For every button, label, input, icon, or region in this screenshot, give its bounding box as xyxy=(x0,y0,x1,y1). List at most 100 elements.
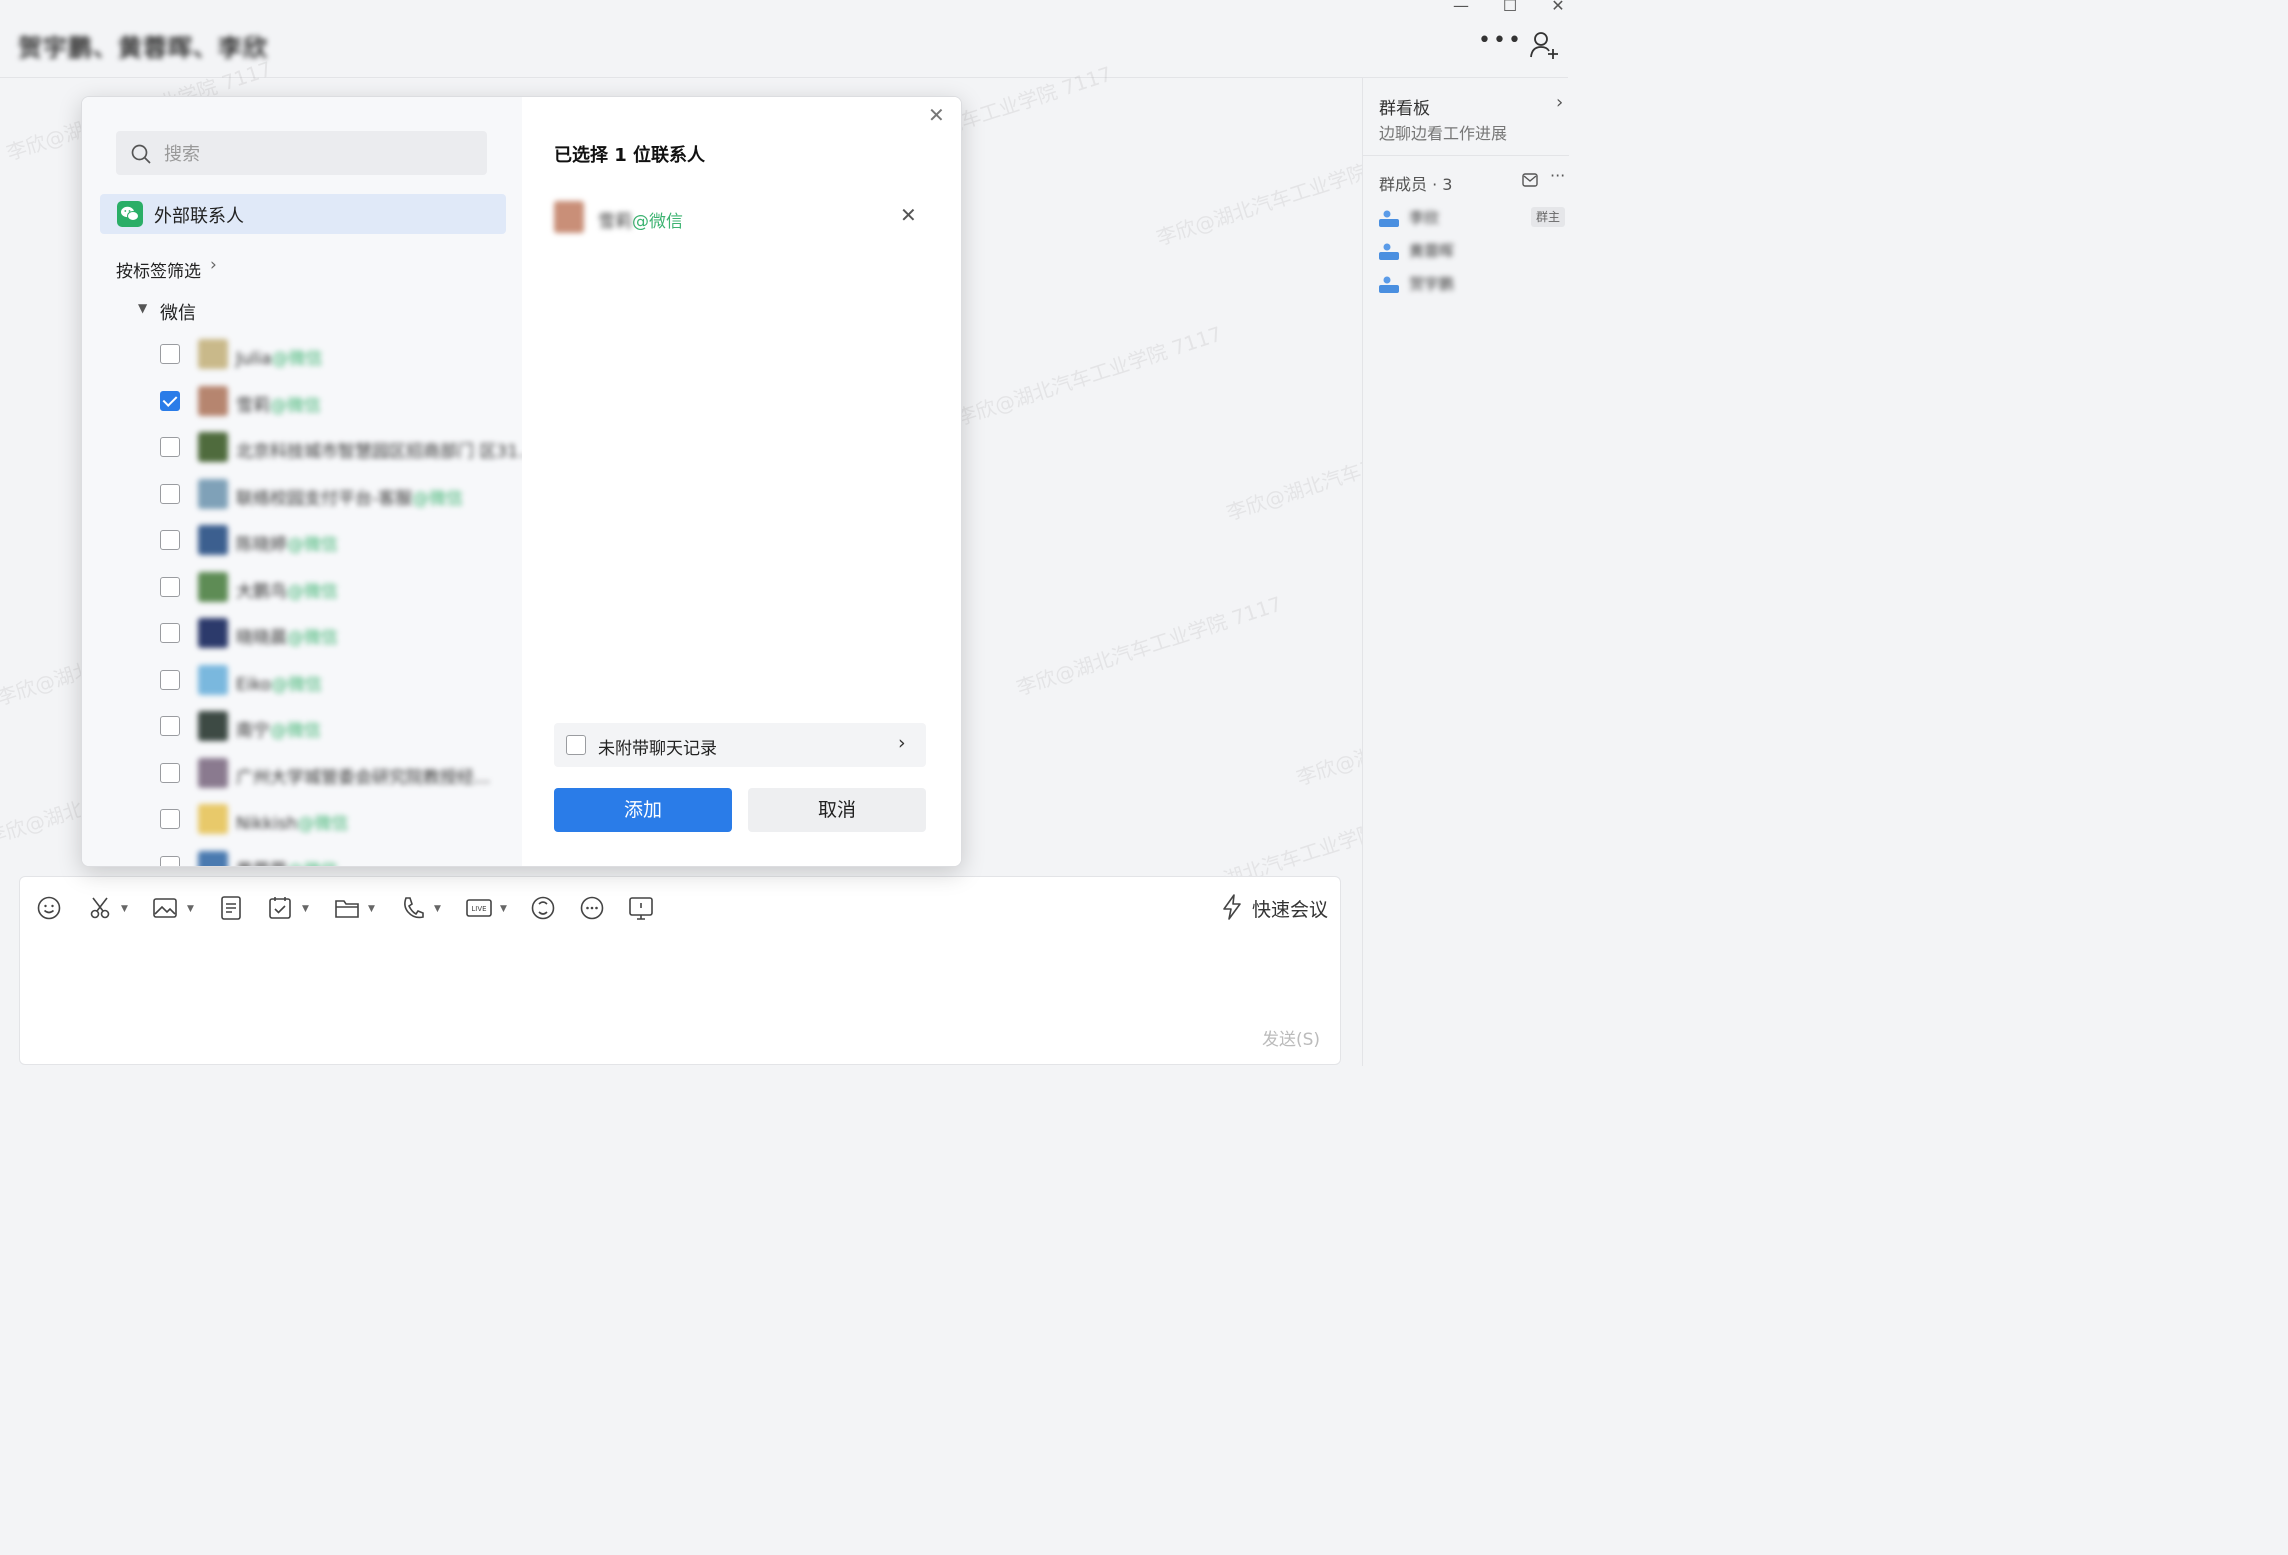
contact-checkbox[interactable] xyxy=(160,809,180,829)
tag-filter-link[interactable]: 按标签筛选 xyxy=(116,257,201,282)
avatar xyxy=(198,850,228,866)
member-name: 贺宇鹏 xyxy=(1409,275,1455,293)
contact-row[interactable]: 南宁@微信 xyxy=(160,707,500,747)
wechat-group-label: 微信 xyxy=(160,303,196,324)
contact-row[interactable]: 陈晓婷@微信 xyxy=(160,521,500,561)
contact-checkbox[interactable] xyxy=(160,576,180,597)
caret-down-icon[interactable]: ▼ xyxy=(368,904,375,914)
scissors-icon[interactable] xyxy=(88,895,114,921)
external-contacts-item[interactable]: 外部联系人 xyxy=(100,194,506,234)
mail-icon[interactable] xyxy=(1522,173,1538,187)
live-icon[interactable]: LIVE xyxy=(466,895,492,921)
group-board-subtitle: 边聊边看工作进展 xyxy=(1379,124,1508,143)
add-member-dialog: 外部联系人 按标签筛选 › ▼ 微信 Julia@微信雪莉@微信北京科技城市智慧… xyxy=(81,96,962,867)
contact-row[interactable]: 晓晓晨@微信 xyxy=(160,614,500,654)
avatar xyxy=(198,757,228,788)
divider xyxy=(1363,155,1569,156)
document-icon[interactable] xyxy=(218,895,244,921)
more-circle-icon[interactable] xyxy=(579,895,605,921)
cancel-button[interactable]: 取消 xyxy=(748,788,926,832)
caret-down-icon[interactable]: ▼ xyxy=(434,904,441,914)
folder-icon[interactable] xyxy=(334,895,360,921)
contact-name: 广州大学城管委会研究院教授经... xyxy=(236,767,491,788)
contact-row[interactable]: 联络校园支付平台-客服@微信 xyxy=(160,475,500,515)
avatar xyxy=(198,432,228,462)
close-icon[interactable]: ✕ xyxy=(928,103,945,127)
contact-row[interactable]: 黄蓉蓉@微信 xyxy=(160,847,500,866)
add-member-icon[interactable] xyxy=(1528,30,1560,60)
avatar xyxy=(198,711,228,741)
caret-down-icon[interactable]: ▼ xyxy=(302,904,309,914)
contact-checkbox[interactable] xyxy=(160,855,180,866)
watermark: 李欣@湖北汽车工业学院 7117 xyxy=(1013,591,1285,701)
caret-down-icon[interactable]: ▼ xyxy=(187,904,194,914)
caret-down-icon[interactable]: ▼ xyxy=(121,904,128,914)
chevron-right-icon[interactable]: › xyxy=(898,732,906,754)
phone-icon[interactable] xyxy=(400,895,426,921)
more-icon[interactable]: ··· xyxy=(1550,166,1565,185)
chat-title: 贺宇鹏、黄蓉晖、李欣 xyxy=(18,34,268,62)
group-board-title[interactable]: 群看板 xyxy=(1379,94,1430,119)
contact-checkbox[interactable] xyxy=(160,483,180,504)
close-icon[interactable]: ✕ xyxy=(1540,0,1576,16)
avatar xyxy=(554,201,584,233)
chevron-right-icon[interactable]: › xyxy=(210,255,217,275)
contact-row[interactable]: 北京科技城市智慧园区招商部门 区31... xyxy=(160,428,534,468)
history-checkbox[interactable] xyxy=(566,735,586,755)
send-button[interactable]: 发送(S) xyxy=(1262,1025,1320,1050)
remove-selected-icon[interactable]: ✕ xyxy=(900,203,917,227)
contact-row[interactable]: 雪莉@微信 xyxy=(160,382,500,422)
member-avatar-icon xyxy=(1379,243,1399,260)
contact-checkbox[interactable] xyxy=(160,762,180,783)
avatar xyxy=(198,385,228,416)
contact-row[interactable]: Nikkish@微信 xyxy=(160,800,500,840)
more-icon[interactable]: ••• xyxy=(1478,28,1523,53)
contact-checkbox[interactable] xyxy=(160,530,180,550)
maximize-icon[interactable]: ☐ xyxy=(1492,0,1528,16)
contact-name: 雪莉@微信 xyxy=(236,395,321,416)
history-label: 未附带聊天记录 xyxy=(598,739,717,759)
contact-row[interactable]: 大鹏鸟@微信 xyxy=(160,568,500,608)
member-avatar-icon xyxy=(1379,210,1399,227)
member-name: 黄蓉晖 xyxy=(1409,242,1455,260)
search-box[interactable] xyxy=(116,131,487,175)
add-button[interactable]: 添加 xyxy=(554,788,732,832)
contact-name: 晓晓晨@微信 xyxy=(236,628,338,648)
chat-history-option[interactable]: 未附带聊天记录 › xyxy=(554,723,926,767)
refresh-circle-icon[interactable] xyxy=(530,895,556,921)
chevron-right-icon[interactable]: › xyxy=(1556,92,1563,113)
quick-meeting-label: 快速会议 xyxy=(1252,899,1329,921)
contact-checkbox[interactable] xyxy=(160,344,180,364)
contact-checkbox[interactable] xyxy=(160,716,180,736)
search-input[interactable] xyxy=(162,139,466,169)
owner-badge: 群主 xyxy=(1531,207,1565,227)
contact-checkbox[interactable] xyxy=(160,669,180,690)
screen-share-icon[interactable] xyxy=(628,895,654,921)
message-input-area[interactable]: ▼ ▼ ▼ ▼ ▼ LIVE ▼ 快速会议 发送(S) xyxy=(19,876,1341,1065)
contact-name: 南宁@微信 xyxy=(236,721,321,741)
lightning-icon xyxy=(1223,894,1241,920)
image-icon[interactable] xyxy=(152,895,178,921)
svg-text:LIVE: LIVE xyxy=(471,905,486,913)
member-name: 李欣 xyxy=(1409,209,1440,227)
avatar xyxy=(198,618,228,648)
member-item[interactable]: 黄蓉晖 xyxy=(1379,238,1559,262)
contact-checkbox[interactable] xyxy=(160,390,180,411)
contact-checkbox[interactable] xyxy=(160,437,180,457)
contact-checkbox[interactable] xyxy=(160,623,180,643)
contact-row[interactable]: Julia@微信 xyxy=(160,335,500,375)
calendar-check-icon[interactable] xyxy=(267,895,293,921)
contact-name: 北京科技城市智慧园区招商部门 区31... xyxy=(236,442,535,462)
contact-name: Julia@微信 xyxy=(236,349,323,369)
caret-down-icon[interactable]: ▼ xyxy=(500,904,507,914)
contact-row[interactable]: Eiko@微信 xyxy=(160,661,500,701)
emoji-icon[interactable] xyxy=(36,895,62,921)
watermark: 李欣@湖北汽车工业学院 7117 xyxy=(953,321,1225,431)
title-bar: 贺宇鹏、黄蓉晖、李欣 — ☐ ✕ ••• xyxy=(0,0,1568,78)
contact-row[interactable]: 广州大学城管委会研究院教授经... xyxy=(160,754,500,794)
external-contacts-label: 外部联系人 xyxy=(154,206,244,227)
triangle-down-icon[interactable]: ▼ xyxy=(138,301,147,315)
contact-name: 陈晓婷@微信 xyxy=(236,535,338,555)
minimize-icon[interactable]: — xyxy=(1443,0,1479,16)
member-item[interactable]: 贺宇鹏 xyxy=(1379,271,1559,295)
